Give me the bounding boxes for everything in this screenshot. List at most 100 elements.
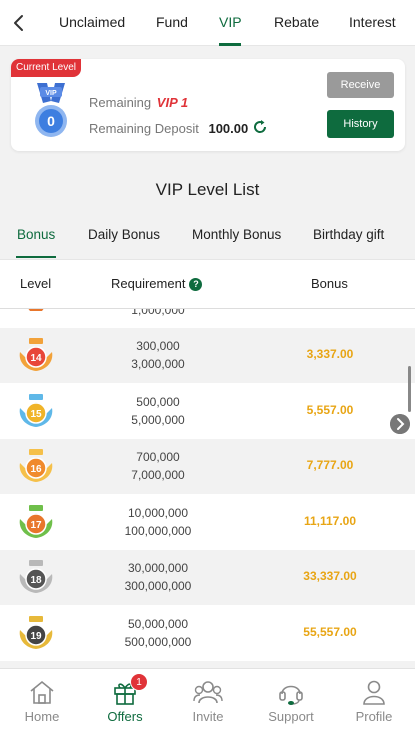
bonus-value: 33,337.00 bbox=[303, 569, 357, 583]
table-row: 19 50,000,000 500,000,000 55,557.00 bbox=[0, 606, 415, 661]
bonus-value: 5,557.00 bbox=[306, 402, 354, 417]
vip-level-number: 18 bbox=[30, 575, 42, 586]
bonus-value: 55,557.00 bbox=[303, 624, 357, 639]
current-level-card: Current Level VIP 0 Remaining VIP 1 Rema… bbox=[11, 59, 405, 151]
requirement-value: 300,000,000 bbox=[124, 579, 192, 593]
back-arrow-icon[interactable] bbox=[8, 10, 30, 36]
headset-icon bbox=[279, 685, 303, 705]
vip-level-badge-icon: 14 bbox=[19, 338, 53, 371]
medal-vip-label: VIP bbox=[45, 90, 57, 97]
requirement-value: 500,000,000 bbox=[124, 634, 192, 649]
nav-support[interactable]: Support bbox=[256, 679, 326, 724]
home-icon bbox=[30, 680, 54, 704]
question-icon[interactable]: ? bbox=[189, 278, 203, 291]
tab-unclaimed[interactable]: Unclaimed bbox=[59, 14, 125, 30]
vip-level-badge-icon bbox=[28, 309, 44, 311]
table-row: 1,000,000 bbox=[0, 309, 415, 328]
tab-interest[interactable]: Interest bbox=[349, 14, 396, 30]
requirement-cell: 50,000,000 500,000,000 bbox=[100, 615, 216, 651]
nav-invite-label: Invite bbox=[192, 709, 224, 724]
requirement-value: 5,000,000 bbox=[131, 412, 185, 427]
requirement-value: 7,000,000 bbox=[131, 468, 185, 482]
remaining-vip-level: VIP 1 bbox=[156, 95, 189, 110]
top-nav: Unclaimed Fund VIP Rebate Interest bbox=[0, 0, 415, 46]
deposit-line: Remaining Deposit 100.00 bbox=[89, 121, 248, 136]
requirement-value: 30,000,000 bbox=[127, 561, 189, 575]
vip-medal-icon: VIP 0 bbox=[35, 83, 67, 137]
bottom-nav: Home 1 Offers Invite Support Profile bbox=[0, 668, 415, 738]
vip-level-number: 14 bbox=[30, 353, 42, 364]
scrollbar[interactable] bbox=[408, 366, 411, 412]
remaining-label: Remaining bbox=[89, 95, 152, 110]
requirement-value: 10,000,000 bbox=[127, 505, 189, 520]
requirement-cell: 300,000 3,000,000 bbox=[100, 337, 216, 373]
remaining-deposit-label: Remaining Deposit bbox=[89, 121, 199, 136]
requirement-value: 700,000 bbox=[136, 450, 180, 464]
remaining-line: Remaining VIP 1 bbox=[89, 95, 188, 110]
vip-level-badge-icon: 17 bbox=[19, 504, 53, 538]
requirement-cell: 10,000,000 100,000,000 bbox=[100, 504, 216, 540]
table-header: Level Requirement? Bonus bbox=[0, 259, 415, 309]
tab-bonus[interactable]: Bonus bbox=[17, 227, 55, 242]
offers-notification-badge: 1 bbox=[130, 673, 148, 691]
vip-level-badge-icon: 16 bbox=[19, 449, 53, 482]
requirement-value: 100,000,000 bbox=[124, 523, 192, 538]
tab-birthday-gift[interactable]: Birthday gift bbox=[313, 227, 384, 242]
vip-level-number: 17 bbox=[30, 520, 42, 531]
header-bonus: Bonus bbox=[311, 276, 348, 291]
nav-home[interactable]: Home bbox=[7, 679, 77, 724]
chevron-right-icon[interactable] bbox=[390, 414, 410, 434]
tab-fund[interactable]: Fund bbox=[156, 14, 188, 30]
header-requirement: Requirement? bbox=[111, 276, 203, 291]
requirement-value: 500,000 bbox=[136, 394, 180, 409]
medal-level-number: 0 bbox=[47, 113, 55, 129]
receive-button[interactable]: Receive bbox=[327, 72, 394, 98]
vip-level-badge-icon: 19 bbox=[19, 615, 53, 649]
requirement-value: 1,000,000 bbox=[131, 309, 185, 317]
vip-level-number: 16 bbox=[30, 464, 42, 475]
bonus-value: 7,777.00 bbox=[306, 458, 354, 472]
nav-invite[interactable]: Invite bbox=[173, 679, 243, 724]
requirement-value: 50,000,000 bbox=[127, 616, 189, 631]
users-icon bbox=[193, 681, 223, 704]
active-tab-indicator bbox=[219, 43, 241, 46]
tab-vip[interactable]: VIP bbox=[219, 14, 242, 30]
vip-level-number: 19 bbox=[30, 631, 42, 642]
table-row: 14 300,000 3,000,000 3,337.00 bbox=[0, 328, 415, 383]
nav-profile[interactable]: Profile bbox=[339, 679, 409, 724]
history-button[interactable]: History bbox=[327, 110, 394, 138]
requirement-cell: 500,000 5,000,000 bbox=[100, 393, 216, 429]
tab-daily-bonus[interactable]: Daily Bonus bbox=[88, 227, 160, 242]
bonus-value: 3,337.00 bbox=[306, 347, 354, 361]
refresh-icon[interactable] bbox=[252, 119, 268, 135]
nav-support-label: Support bbox=[268, 709, 314, 724]
vip-level-list-title: VIP Level List bbox=[155, 180, 260, 199]
nav-offers[interactable]: 1 Offers bbox=[90, 673, 160, 724]
table-row: 18 30,000,000 300,000,000 33,337.00 bbox=[0, 550, 415, 605]
nav-profile-label: Profile bbox=[355, 709, 393, 724]
requirement-value: 3,000,000 bbox=[131, 357, 185, 371]
vip-level-table: 1,000,000 14 300,000 3,000,000 3,337.00 15 50… bbox=[0, 309, 415, 668]
table-row: 15 500,000 5,000,000 5,557.00 bbox=[0, 384, 415, 439]
tab-rebate[interactable]: Rebate bbox=[274, 14, 319, 30]
nav-offers-label: Offers bbox=[107, 709, 143, 724]
requirement-cell: 700,000 7,000,000 bbox=[100, 448, 216, 484]
remaining-deposit-value: 100.00 bbox=[208, 121, 249, 136]
table-row: 16 700,000 7,000,000 7,777.00 bbox=[0, 439, 415, 494]
bonus-tabs: Bonus Daily Bonus Monthly Bonus Birthday… bbox=[0, 214, 415, 259]
active-bonus-tab-indicator bbox=[16, 256, 56, 258]
header-requirement-label: Requirement bbox=[111, 276, 186, 291]
table-row: 17 10,000,000 100,000,000 11,117.00 bbox=[0, 495, 415, 550]
vip-level-number: 15 bbox=[30, 409, 42, 420]
current-level-badge: Current Level bbox=[11, 59, 81, 77]
tab-monthly-bonus[interactable]: Monthly Bonus bbox=[192, 227, 281, 242]
bonus-value: 11,117.00 bbox=[303, 513, 357, 528]
vip-level-badge-icon: 18 bbox=[19, 560, 53, 593]
requirement-value: 300,000 bbox=[136, 339, 180, 353]
vip-level-badge-icon: 15 bbox=[19, 393, 53, 427]
nav-home-label: Home bbox=[24, 709, 60, 724]
user-icon bbox=[363, 680, 385, 705]
table-row bbox=[0, 661, 415, 668]
requirement-cell: 30,000,000 300,000,000 bbox=[100, 559, 216, 595]
header-level: Level bbox=[20, 276, 52, 291]
